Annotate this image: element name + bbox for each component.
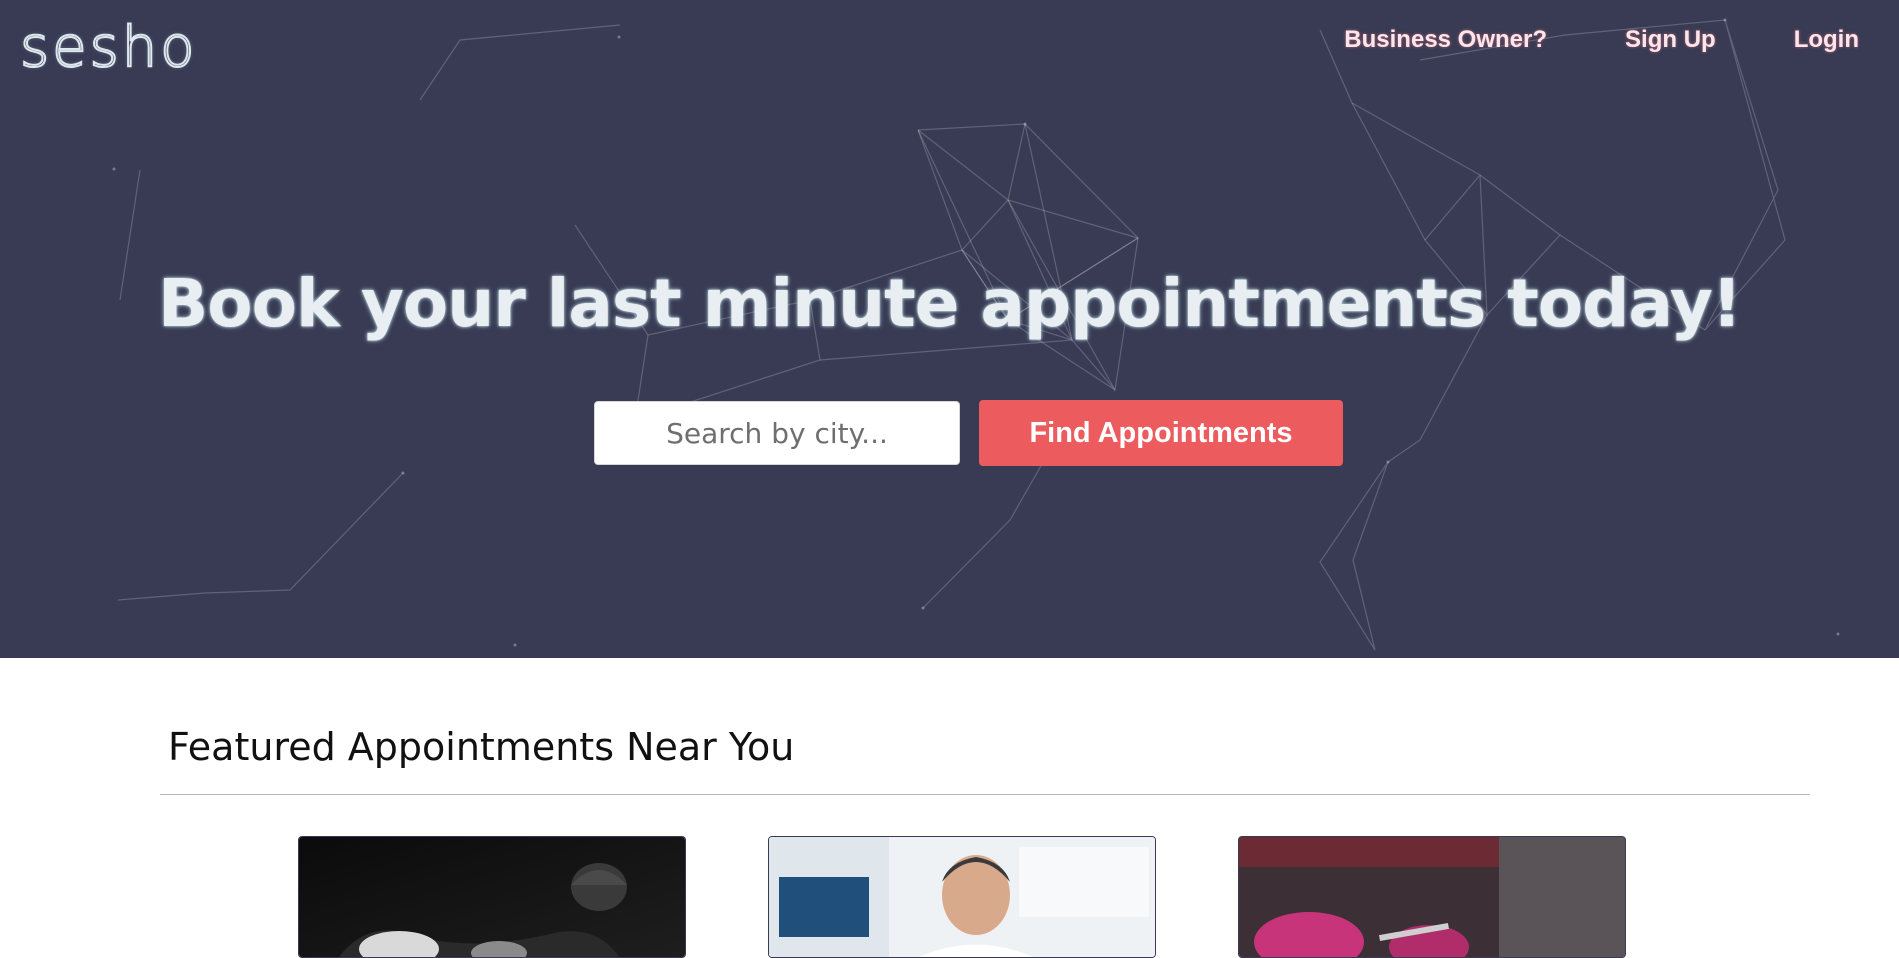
featured-title: Featured Appointments Near You — [168, 725, 795, 769]
nav-login-link[interactable]: Login — [1794, 26, 1859, 54]
hero-headline: Book your last minute appointments today… — [158, 265, 1742, 343]
logo[interactable]: sesho — [19, 17, 198, 79]
gloved-hands-photo — [1239, 837, 1625, 957]
find-appointments-button[interactable]: Find Appointments — [979, 400, 1343, 466]
featured-section: Featured Appointments Near You — [160, 700, 1810, 795]
hero-banner: sesho Business Owner? Sign Up Login Book… — [0, 0, 1899, 658]
appointment-card[interactable] — [298, 836, 686, 958]
city-search-input[interactable] — [594, 401, 960, 465]
nav-sign-up-link[interactable]: Sign Up — [1625, 26, 1716, 54]
smiling-man-photo — [769, 837, 1155, 957]
nav-business-owner-link[interactable]: Business Owner? — [1344, 26, 1547, 54]
search-bar: Find Appointments — [594, 400, 1343, 466]
boxer-photo — [299, 837, 685, 957]
top-nav: Business Owner? Sign Up Login — [1266, 26, 1859, 54]
appointment-card[interactable] — [1238, 836, 1626, 958]
section-divider — [160, 794, 1810, 795]
appointment-card[interactable] — [768, 836, 1156, 958]
